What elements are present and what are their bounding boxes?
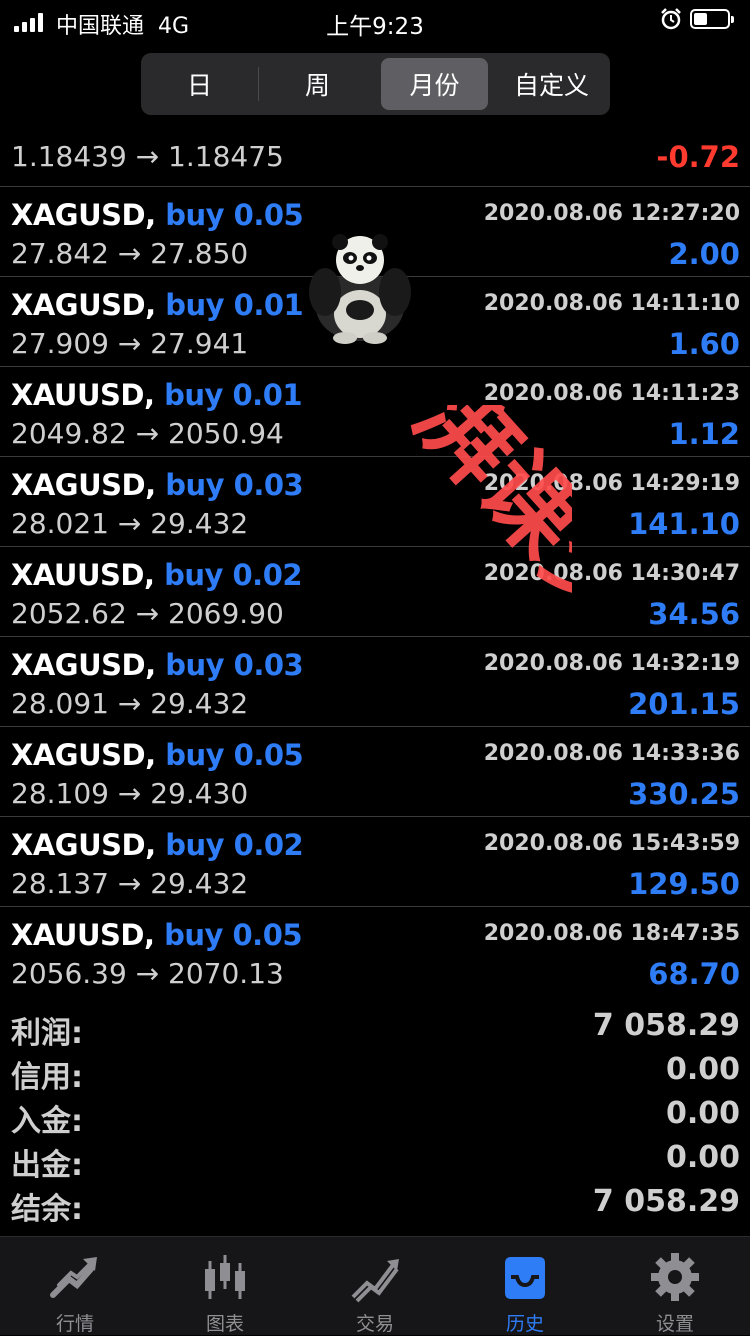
tab-quotes[interactable]: 行情 [0, 1237, 150, 1335]
panda-sticker [309, 234, 411, 344]
period-tab-day[interactable]: 日 [146, 58, 253, 110]
trade-profit: 141.10 [628, 507, 740, 541]
tab-chart[interactable]: 图表 [150, 1237, 300, 1335]
trade-side: buy 0.05 [164, 918, 303, 952]
trade-time: 2020.08.06 14:11:23 [483, 381, 740, 406]
tab-label: 行情 [55, 1313, 94, 1335]
trade-price: 27.842 → 27.850 [11, 237, 249, 270]
trade-time: 2020.08.06 18:47:35 [483, 921, 740, 946]
quotes-icon [50, 1257, 97, 1298]
trade-profit: 34.56 [648, 597, 740, 631]
summary-label: 结余: [11, 1192, 83, 1227]
summary-balance: 结余: 7 058.29 [0, 1182, 750, 1227]
symbol-name: XAUUSD, [11, 378, 155, 412]
trade-price: 1.18439 → 1.18475 [11, 140, 284, 173]
trade-profit: 1.60 [668, 327, 740, 361]
tab-label: 历史 [505, 1313, 544, 1335]
trade-price: 2056.39 → 2070.13 [11, 957, 284, 990]
trade-row-partial[interactable]: 1.18439 → 1.18475 -0.72 [0, 116, 750, 187]
trade-side: buy 0.01 [165, 288, 304, 322]
summary-credit: 信用: 0.00 [0, 1050, 750, 1095]
trade-time: 2020.08.06 14:11:10 [483, 291, 740, 316]
symbol-name: XAGUSD, [11, 288, 156, 322]
summary-value: 7 058.29 [592, 1184, 740, 1219]
summary-value: 7 058.29 [592, 1008, 740, 1043]
summary-value: 0.00 [665, 1140, 740, 1175]
symbol-name: XAGUSD, [11, 828, 156, 862]
tab-settings[interactable]: 设置 [600, 1237, 750, 1335]
symbol-name: XAGUSD, [11, 198, 156, 232]
symbol-name: XAGUSD, [11, 738, 156, 772]
trade-side: buy 0.05 [165, 198, 304, 232]
account-summary: 利润: 7 058.29 信用: 0.00 入金: 0.00 出金: 0.00 … [0, 1006, 750, 1227]
trade-profit: -0.72 [656, 140, 740, 174]
summary-value: 0.00 [665, 1052, 740, 1087]
trade-symbol: XAUUSD, buy 0.05 [11, 918, 303, 952]
status-bar: 中国联通 4G 上午9:23 [0, 0, 750, 44]
summary-label: 出金: [11, 1148, 83, 1183]
bottom-tab-bar: 行情 图表 交易 历史 设置 [0, 1236, 750, 1335]
tab-history[interactable]: 历史 [450, 1237, 600, 1335]
summary-value: 0.00 [665, 1096, 740, 1131]
trade-profit: 1.12 [668, 417, 740, 451]
chart-icon [205, 1255, 245, 1299]
trade-row[interactable]: XAUUSD, buy 0.05 2020.08.06 18:47:35 2056.… [0, 906, 750, 996]
trade-profit: 2.00 [668, 237, 740, 271]
summary-label: 入金: [11, 1104, 83, 1139]
tab-trade[interactable]: 交易 [300, 1237, 450, 1335]
period-tab-custom[interactable]: 自定义 [498, 58, 605, 110]
trade-icon [351, 1259, 399, 1303]
trade-profit: 201.15 [628, 687, 740, 721]
trade-price: 27.909 → 27.941 [11, 327, 249, 360]
symbol-name: XAUUSD, [11, 558, 155, 592]
summary-label: 利润: [11, 1016, 83, 1051]
trade-symbol: XAGUSD, buy 0.05 [11, 198, 304, 232]
trade-profit: 330.25 [628, 777, 740, 811]
summary-label: 信用: [11, 1060, 83, 1095]
watermark-text: 湃课交易 [393, 405, 572, 721]
status-time: 上午9:23 [326, 14, 424, 40]
tab-label: 设置 [655, 1313, 694, 1335]
battery-icon [690, 9, 734, 29]
period-tab-month[interactable]: 月份 [381, 58, 488, 110]
symbol-name: XAGUSD, [11, 648, 156, 682]
trade-profit: 68.70 [648, 957, 740, 991]
summary-withdrawal: 出金: 0.00 [0, 1138, 750, 1183]
history-icon [505, 1257, 545, 1299]
trade-time: 2020.08.06 12:27:20 [483, 201, 740, 226]
trade-symbol: XAGUSD, buy 0.01 [11, 288, 304, 322]
trade-profit: 129.50 [628, 867, 740, 901]
summary-deposit: 入金: 0.00 [0, 1094, 750, 1139]
trade-price: 28.137 → 29.432 [11, 867, 249, 900]
settings-icon [651, 1253, 699, 1301]
symbol-name: XAUUSD, [11, 918, 155, 952]
tab-label: 图表 [205, 1313, 244, 1335]
segment-divider [258, 67, 259, 101]
summary-profit: 利润: 7 058.29 [0, 1006, 750, 1051]
period-tab-week[interactable]: 周 [264, 58, 371, 110]
tab-label: 交易 [355, 1313, 394, 1335]
watermark-stamp: 湃课交易 [393, 405, 572, 721]
period-segmented-control: 日 周 月份 自定义 [141, 53, 610, 115]
symbol-name: XAGUSD, [11, 468, 156, 502]
alarm-icon [661, 8, 681, 30]
